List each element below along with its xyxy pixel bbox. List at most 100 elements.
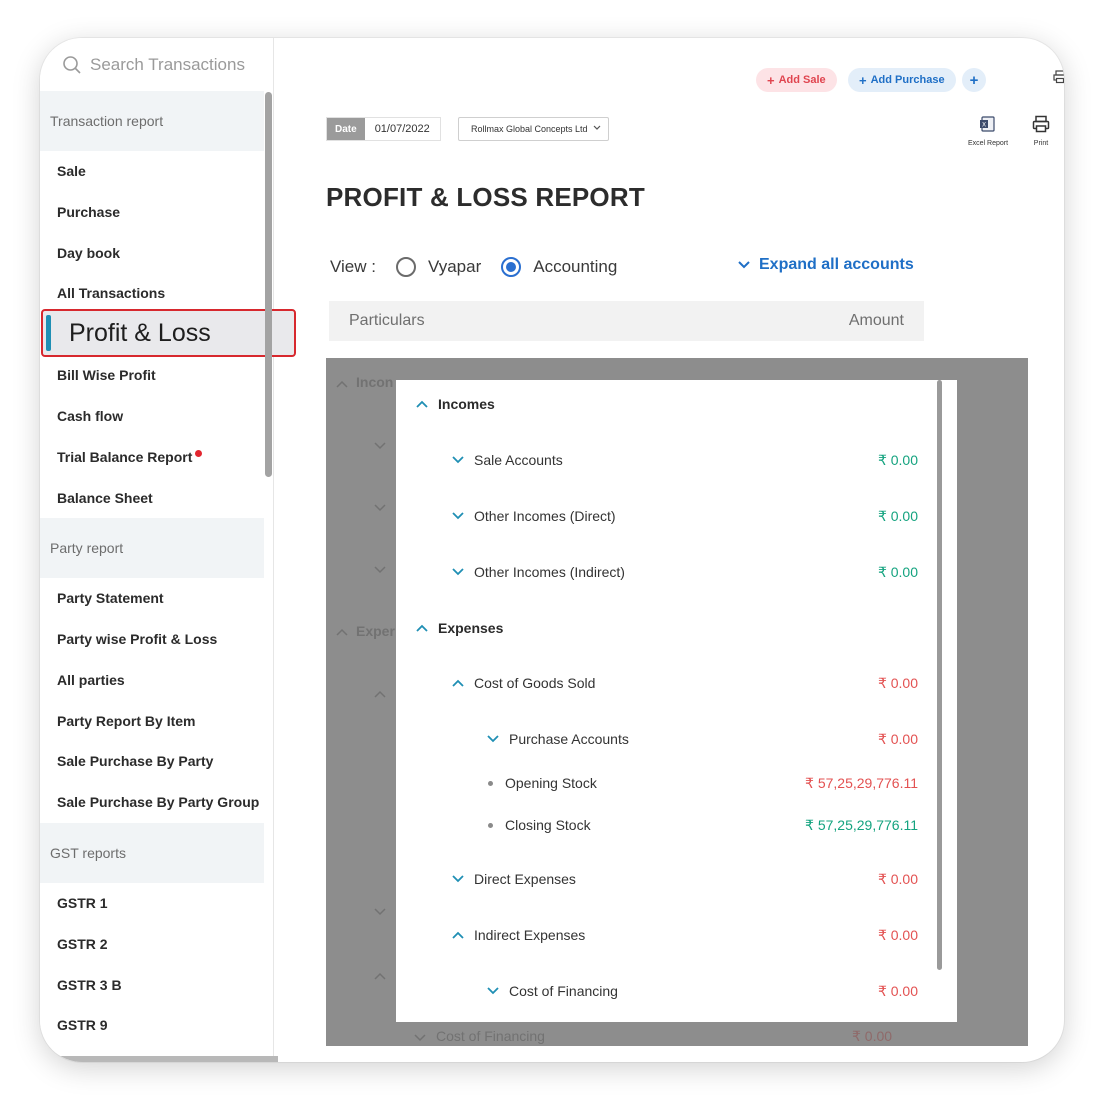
add-sale-button[interactable]: + Add Sale — [756, 68, 837, 92]
sidebar-item-profit-loss[interactable]: Profit & Loss — [41, 309, 296, 357]
bullet-icon — [488, 822, 493, 828]
closing-stock-row[interactable]: Closing Stock ₹ 57,25,29,776.11 — [488, 814, 918, 836]
sidebar-item-bill-wise-profit[interactable]: Bill Wise Profit — [57, 367, 156, 383]
date-filter[interactable]: Date 01/07/2022 — [326, 117, 441, 141]
sidebar-item-cash-flow[interactable]: Cash flow — [57, 408, 123, 424]
date-label: Date — [327, 118, 365, 140]
expenses-group[interactable]: Expenses — [416, 617, 938, 639]
section-header-gst: GST reports — [40, 823, 264, 883]
row-amount: ₹ 0.00 — [877, 563, 918, 580]
add-purchase-button[interactable]: + Add Purchase — [848, 68, 956, 92]
background-incomes-label: Incon — [356, 374, 394, 390]
sidebar-item-balance-sheet[interactable]: Balance Sheet — [57, 490, 153, 506]
expanded-accounts-modal: Incomes Sale Accounts ₹ 0.00 Other Incom… — [396, 380, 957, 1022]
chevron-down-icon — [374, 504, 386, 512]
expand-all-button[interactable]: Expand all accounts — [737, 256, 914, 274]
cogs-row[interactable]: Cost of Goods Sold ₹ 0.00 — [452, 672, 918, 694]
radio-vyapar-label[interactable]: Vyapar — [428, 257, 481, 277]
cost-of-financing-row[interactable]: Cost of Financing ₹ 0.00 — [487, 980, 918, 1002]
sidebar-item-all-transactions[interactable]: All Transactions — [57, 285, 165, 301]
view-label: View : — [330, 257, 376, 276]
row-label: Cost of Goods Sold — [474, 675, 596, 691]
row-amount: ₹ 57,25,29,776.11 — [805, 774, 918, 791]
chevron-down-icon — [593, 125, 601, 130]
excel-report-button[interactable]: X Excel Report — [968, 115, 1008, 147]
radio-accounting[interactable] — [501, 257, 522, 277]
row-amount: ₹ 0.00 — [877, 451, 918, 468]
search-icon — [63, 56, 81, 74]
app-window: Search Transactions Transaction report S… — [40, 38, 1064, 1062]
excel-icon: X — [980, 116, 995, 132]
section-header-transaction: Transaction report — [40, 91, 264, 151]
section-header-party: Party report — [40, 518, 264, 578]
search-input[interactable]: Search Transactions — [90, 55, 245, 75]
add-more-button[interactable]: + — [962, 68, 986, 92]
printer-icon[interactable] — [1053, 70, 1064, 84]
sidebar-scrollbar[interactable] — [265, 92, 272, 477]
expand-all-label: Expand all accounts — [759, 256, 914, 273]
row-amount: ₹ 0.00 — [877, 870, 918, 887]
search-bar[interactable]: Search Transactions — [62, 48, 245, 82]
row-amount: ₹ 0.00 — [877, 674, 918, 691]
sidebar-item-day-book[interactable]: Day book — [57, 245, 120, 261]
column-amount: Amount — [848, 312, 904, 329]
chevron-down-icon — [452, 875, 464, 883]
sidebar-item-label: Profit & Loss — [69, 318, 211, 347]
top-bar: + Add Sale + Add Purchase + — [280, 60, 1064, 100]
purchase-accounts-row[interactable]: Purchase Accounts ₹ 0.00 — [487, 728, 918, 750]
sidebar-item-sale[interactable]: Sale — [57, 163, 86, 179]
sidebar-item-gstr2[interactable]: GSTR 2 — [57, 936, 108, 952]
chevron-down-icon — [414, 1034, 426, 1042]
chevron-down-icon — [452, 512, 464, 520]
chevron-up-icon — [452, 679, 464, 687]
row-amount: ₹ 0.00 — [877, 507, 918, 524]
other-incomes-direct-row[interactable]: Other Incomes (Direct) ₹ 0.00 — [452, 505, 918, 527]
indirect-expenses-row[interactable]: Indirect Expenses ₹ 0.00 — [452, 924, 918, 946]
chevron-down-icon — [738, 261, 750, 269]
sidebar-item-party-wise-pl[interactable]: Party wise Profit & Loss — [57, 631, 217, 647]
column-particulars: Particulars — [349, 312, 425, 329]
sidebar-item-gstr3b[interactable]: GSTR 3 B — [57, 977, 122, 993]
chevron-up-icon — [336, 628, 348, 636]
sidebar-item-party-statement[interactable]: Party Statement — [57, 590, 164, 606]
opening-stock-row[interactable]: Opening Stock ₹ 57,25,29,776.11 — [488, 772, 918, 794]
date-value[interactable]: 01/07/2022 — [365, 123, 440, 135]
direct-expenses-row[interactable]: Direct Expenses ₹ 0.00 — [452, 868, 918, 890]
row-label: Closing Stock — [505, 817, 591, 833]
incomes-group[interactable]: Incomes — [416, 393, 938, 415]
active-indicator — [46, 315, 51, 351]
row-label: Other Incomes (Indirect) — [474, 564, 625, 580]
chevron-up-icon — [336, 380, 348, 388]
sidebar-item-sale-purchase-by-party-group[interactable]: Sale Purchase By Party Group — [57, 794, 259, 810]
background-expenses-label: Exper — [356, 623, 395, 639]
sidebar-item-party-report-by-item[interactable]: Party Report By Item — [57, 713, 195, 729]
page-title: PROFIT & LOSS REPORT — [326, 182, 645, 212]
firm-select-value: Rollmax Global Concepts Ltd — [471, 124, 588, 134]
firm-select[interactable]: Rollmax Global Concepts Ltd — [458, 117, 609, 141]
radio-accounting-label[interactable]: Accounting — [533, 257, 617, 277]
chevron-up-icon — [416, 624, 428, 632]
row-amount: ₹ 0.00 — [877, 982, 918, 999]
other-incomes-indirect-row[interactable]: Other Incomes (Indirect) ₹ 0.00 — [452, 561, 918, 583]
row-label: Opening Stock — [505, 775, 597, 791]
sidebar-item-purchase[interactable]: Purchase — [57, 204, 120, 220]
table-header: Particulars Amount — [329, 301, 924, 341]
sidebar-item-sale-purchase-by-party[interactable]: Sale Purchase By Party — [57, 753, 213, 769]
incomes-label: Incomes — [438, 396, 495, 412]
sidebar-item-all-parties[interactable]: All parties — [57, 672, 125, 688]
sidebar-item-gstr9[interactable]: GSTR 9 — [57, 1017, 108, 1033]
chevron-down-icon — [452, 456, 464, 464]
row-label: Purchase Accounts — [509, 731, 629, 747]
excel-report-label: Excel Report — [968, 140, 1009, 147]
sidebar-item-gstr1[interactable]: GSTR 1 — [57, 895, 108, 911]
sale-accounts-row[interactable]: Sale Accounts ₹ 0.00 — [452, 449, 918, 471]
print-button[interactable]: Print — [1032, 115, 1050, 147]
radio-vyapar[interactable] — [396, 257, 416, 277]
modal-scrollbar[interactable] — [937, 380, 942, 970]
expenses-label: Expenses — [438, 620, 504, 636]
row-amount: ₹ 0.00 — [877, 730, 918, 747]
row-label: Indirect Expenses — [474, 927, 586, 943]
sidebar-item-trial-balance[interactable]: Trial Balance Report — [57, 449, 203, 465]
chevron-up-icon — [416, 400, 428, 408]
sidebar-horizontal-scrollbar[interactable] — [40, 1056, 278, 1062]
